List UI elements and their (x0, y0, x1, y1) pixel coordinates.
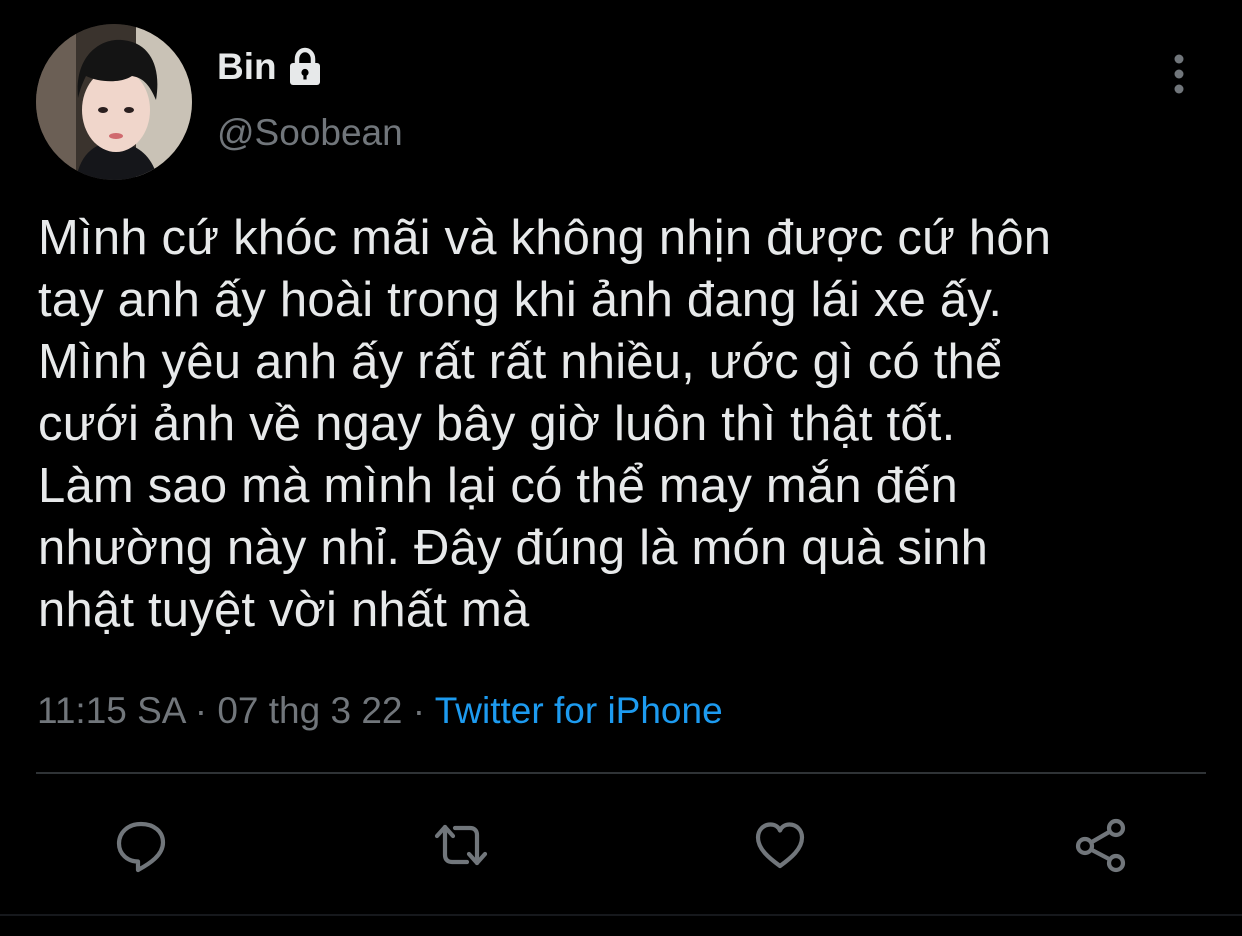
tweet-meta: 11:15 SA · 07 thg 3 22 · Twitter for iPh… (37, 686, 723, 736)
reply-icon (111, 815, 171, 875)
bottom-divider (0, 914, 1242, 916)
meta-separator: · (412, 690, 426, 731)
more-options-icon[interactable] (1160, 52, 1198, 98)
reply-button[interactable] (106, 810, 176, 880)
tweet-date[interactable]: 07 thg 3 22 (217, 690, 402, 731)
share-button[interactable] (1066, 810, 1136, 880)
action-bar (0, 810, 1242, 880)
like-icon (750, 815, 810, 875)
user-name[interactable]: Bin (217, 44, 277, 90)
display-name[interactable]: Bin (217, 44, 325, 90)
share-icon (1071, 815, 1131, 875)
retweet-icon (431, 815, 491, 875)
lock-icon (285, 47, 325, 87)
tweet-text: Mình cứ khóc mãi và không nhịn được cứ h… (38, 211, 1052, 637)
tweet-time[interactable]: 11:15 SA (37, 690, 184, 731)
retweet-button[interactable] (426, 810, 496, 880)
meta-separator: · (194, 690, 208, 731)
avatar[interactable] (36, 24, 192, 180)
tweet-source-link[interactable]: Twitter for iPhone (435, 690, 723, 731)
like-button[interactable] (745, 810, 815, 880)
divider (36, 772, 1206, 774)
user-handle[interactable]: @Soobean (217, 110, 403, 156)
